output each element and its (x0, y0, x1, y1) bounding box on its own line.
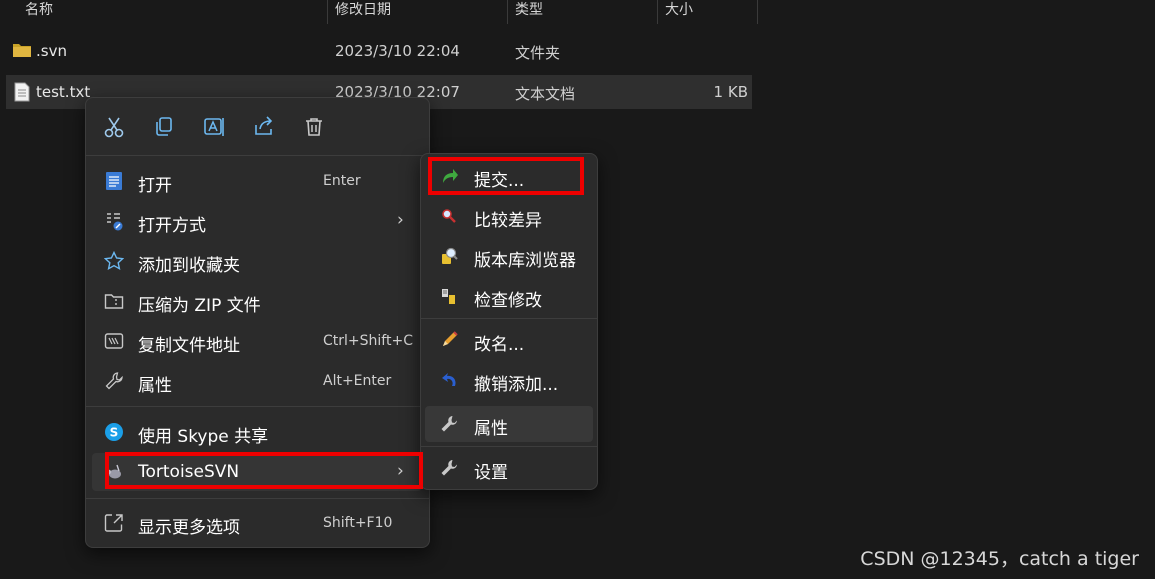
submenu-separator (421, 446, 597, 447)
magnifier-icon (442, 209, 456, 223)
repo-browser-icon (442, 247, 458, 264)
wrench-icon (441, 416, 457, 432)
submenu-item-label: 属性 (474, 419, 508, 439)
column-divider[interactable] (507, 0, 508, 24)
chevron-right-icon: › (397, 210, 404, 230)
folder-icon (13, 44, 31, 57)
submenu-item-diff[interactable]: 比较差异 (425, 198, 593, 234)
menu-item-shortcut: Ctrl+Shift+C (323, 333, 413, 349)
copy-path-icon (104, 333, 124, 349)
menu-separator (86, 498, 429, 499)
submenu-item-rename[interactable]: 改名... (425, 322, 593, 358)
file-row-svn[interactable]: .svn 2023/3/10 22:04 文件夹 (6, 34, 752, 68)
submenu-item-label: 比较差异 (474, 211, 542, 231)
menu-item-shortcut: Alt+Enter (323, 373, 392, 389)
delete-button[interactable] (300, 113, 328, 141)
menu-item-show-more-options[interactable]: 显示更多选项 Shift+F10 (92, 504, 422, 542)
copy-icon (156, 117, 172, 136)
menu-item-label: 显示更多选项 (138, 518, 240, 538)
submenu-separator (421, 318, 597, 319)
annotation-box-tortoisesvn (105, 452, 423, 489)
wrench-icon (105, 372, 123, 390)
submenu-item-repo-browser[interactable]: 版本库浏览器 (425, 238, 593, 274)
submenu-item-label: 撤销添加... (474, 375, 559, 395)
column-name[interactable]: 名称 (25, 0, 53, 24)
submenu-item-settings[interactable]: 设置 (425, 450, 593, 486)
menu-item-skype-share[interactable]: S 使用 Skype 共享 (92, 413, 422, 451)
open-with-icon (107, 213, 123, 231)
column-divider[interactable] (657, 0, 658, 24)
share-button[interactable] (250, 113, 278, 141)
menu-separator (86, 406, 429, 407)
file-name: .svn (36, 42, 67, 60)
column-type[interactable]: 类型 (515, 0, 543, 24)
column-divider[interactable] (327, 0, 328, 24)
menu-item-shortcut: Shift+F10 (323, 515, 393, 531)
pencil-icon (443, 331, 458, 346)
menu-item-compress-zip[interactable]: 压缩为 ZIP 文件 (92, 282, 422, 320)
star-icon (104, 251, 124, 271)
menu-item-copy-path[interactable]: 复制文件地址 Ctrl+Shift+C (92, 322, 422, 360)
undo-icon (442, 373, 456, 386)
skype-icon: S (105, 423, 123, 441)
submenu-item-label: 设置 (474, 463, 508, 483)
rename-button[interactable] (200, 113, 228, 141)
menu-item-add-favorites[interactable]: 添加到收藏夹 (92, 242, 422, 280)
menu-separator (86, 155, 429, 156)
file-size: 1 KB (713, 83, 748, 101)
column-divider[interactable] (757, 0, 758, 24)
submenu-item-label: 改名... (474, 335, 525, 355)
cut-button[interactable] (100, 113, 128, 141)
menu-item-shortcut: Enter (323, 173, 361, 189)
annotation-box-commit (428, 157, 584, 195)
column-date[interactable]: 修改日期 (335, 0, 391, 24)
submenu-item-revert-add[interactable]: 撤销添加... (425, 362, 593, 398)
zip-folder-icon (104, 294, 124, 309)
column-size[interactable]: 大小 (665, 0, 693, 24)
share-icon (255, 116, 273, 135)
menu-item-label: 属性 (138, 376, 172, 396)
svg-text:S: S (110, 426, 119, 440)
text-file-icon (14, 82, 30, 102)
notepad-icon (106, 172, 122, 190)
trash-icon (306, 118, 322, 136)
show-more-icon (104, 514, 123, 532)
watermark: CSDN @12345，catch a tiger (860, 548, 1139, 570)
cut-icon (104, 117, 124, 138)
menu-item-properties[interactable]: 属性 Alt+Enter (92, 362, 422, 400)
menu-item-label: 使用 Skype 共享 (138, 427, 269, 447)
rename-icon (204, 118, 224, 136)
menu-item-open[interactable]: 打开 Enter (92, 162, 422, 200)
tortoisesvn-submenu: 提交... 比较差异 版本库浏览器 检查修改 改名... 撤销添加... 属性 … (420, 153, 598, 490)
menu-item-label: 添加到收藏夹 (138, 256, 240, 276)
menu-item-label: 复制文件地址 (138, 336, 240, 356)
file-name: test.txt (36, 83, 91, 101)
submenu-item-check-modifications[interactable]: 检查修改 (425, 278, 593, 314)
check-modifications-icon (442, 289, 455, 304)
copy-button[interactable] (150, 113, 178, 141)
submenu-item-label: 版本库浏览器 (474, 251, 576, 271)
menu-item-open-with[interactable]: 打开方式 › (92, 202, 422, 240)
wrench-icon (441, 460, 457, 476)
menu-item-label: 打开 (138, 176, 172, 196)
menu-item-label: 打开方式 (138, 216, 206, 236)
submenu-item-label: 检查修改 (474, 291, 542, 311)
submenu-item-properties[interactable]: 属性 (425, 406, 593, 442)
file-type: 文本文档 (515, 85, 576, 103)
file-type: 文件夹 (515, 44, 561, 62)
menu-item-label: 压缩为 ZIP 文件 (138, 296, 261, 316)
file-date: 2023/3/10 22:04 (335, 42, 460, 60)
